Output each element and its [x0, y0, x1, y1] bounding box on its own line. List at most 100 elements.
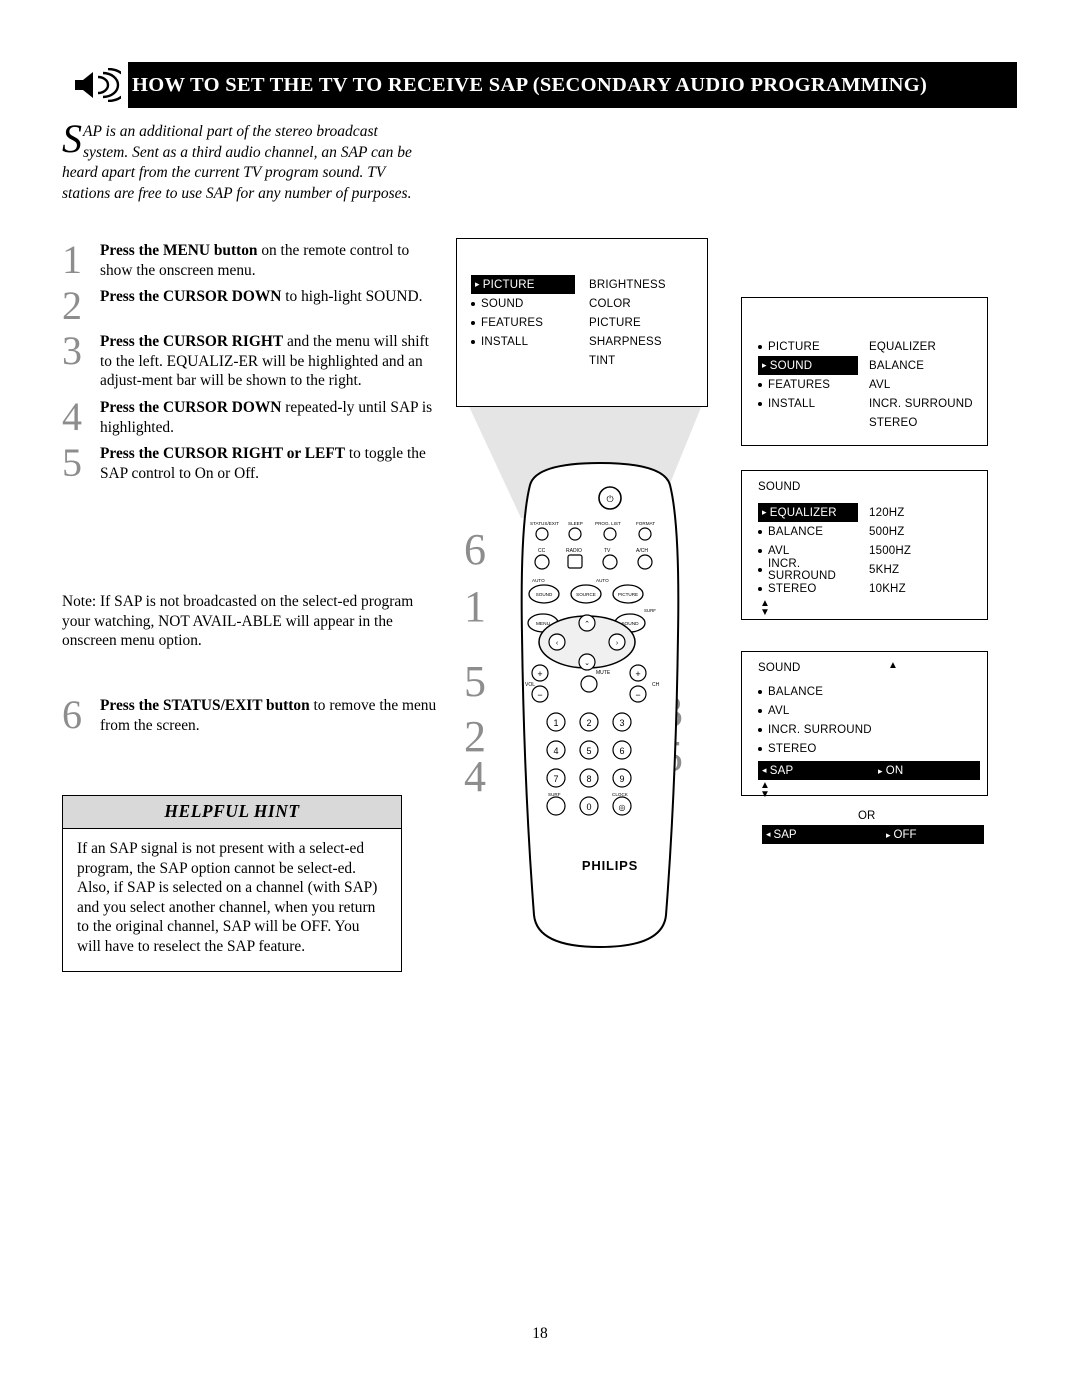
- osd-sub-incr-surround[interactable]: INCR. SURROUND: [869, 394, 981, 413]
- osd-item-label: PICTURE: [589, 316, 641, 329]
- osd-item-label: FEATURES: [481, 316, 544, 329]
- osd-menu-sound-selected: PICTURE ▸ SOUND FEATURES INSTALL EQUALIZE…: [741, 297, 988, 446]
- osd-item-install[interactable]: INSTALL: [471, 332, 586, 351]
- osd-item-sap[interactable]: ◂ SAP ▸ ON: [758, 761, 980, 780]
- svg-text:+: +: [537, 669, 542, 679]
- bullet-icon: [471, 301, 475, 306]
- osd-menu3-left-column: ▸ EQUALIZER BALANCE AVL INCR. SURROUND ST…: [758, 503, 866, 617]
- osd-item-stereo[interactable]: STEREO: [758, 739, 980, 758]
- osd-sub-equalizer[interactable]: EQUALIZER: [869, 337, 981, 356]
- osd-eq-5khz[interactable]: 5KHZ: [869, 560, 981, 579]
- svg-text:⌃: ⌃: [584, 620, 590, 628]
- svg-text:PHILIPS: PHILIPS: [582, 858, 638, 873]
- svg-text:⌄: ⌄: [584, 660, 590, 667]
- bullet-icon: [758, 529, 762, 534]
- osd-item-label: PICTURE: [482, 278, 535, 291]
- osd-item-sap-off[interactable]: ◂ SAP ▸ OFF: [762, 825, 984, 844]
- osd-item-stereo[interactable]: STEREO: [758, 579, 866, 598]
- osd-item-picture[interactable]: PICTURE: [758, 337, 866, 356]
- osd-menu-sound-sap-on: SOUND ▲ BALANCE AVL INCR. SURROUND STERE…: [741, 651, 988, 799]
- osd-eq-1500hz[interactable]: 1500HZ: [869, 541, 981, 560]
- step-6-wrap: 6 Press the STATUS/EXIT button to remove…: [62, 692, 437, 738]
- bullet-icon: [471, 320, 475, 325]
- svg-text:CH: CH: [652, 682, 660, 688]
- cursor-left-icon: ◂: [766, 829, 771, 839]
- osd-item-label: 10KHZ: [869, 582, 906, 595]
- osd-item-balance[interactable]: BALANCE: [758, 522, 866, 541]
- svg-text:−: −: [537, 690, 542, 700]
- osd-item-features[interactable]: FEATURES: [471, 313, 586, 332]
- cursor-left-icon: ◂: [762, 765, 767, 775]
- svg-text:6: 6: [619, 746, 624, 756]
- osd-sub-brightness[interactable]: BRIGHTNESS: [589, 275, 699, 294]
- osd-item-label: EQUALIZER: [869, 340, 936, 353]
- osd-sub-tint[interactable]: TINT: [589, 351, 699, 370]
- osd-item-features[interactable]: FEATURES: [758, 375, 866, 394]
- osd-item-incr-surround[interactable]: INCR. SURROUND: [758, 720, 980, 739]
- svg-text:3: 3: [619, 718, 624, 728]
- step-5: 5 Press the CURSOR RIGHT or LEFT to togg…: [62, 440, 437, 483]
- cursor-right-icon: ▸: [762, 360, 767, 370]
- step-2: 2 Press the CURSOR DOWN to high-light SO…: [62, 283, 437, 326]
- osd-menu1-right-column: BRIGHTNESS COLOR PICTURE SHARPNESS TINT: [589, 275, 699, 370]
- bullet-icon: [471, 339, 475, 344]
- remote-control-illustration: ⏻ STATUS/EXIT SLEEP PROG. LIST FORMAT CC…: [500, 460, 720, 960]
- page-number: 18: [532, 1325, 548, 1342]
- osd-eq-120hz[interactable]: 120HZ: [869, 503, 981, 522]
- svg-text:0: 0: [586, 802, 591, 812]
- osd-item-label: COLOR: [589, 297, 631, 310]
- osd-item-sound[interactable]: ▸ SOUND: [758, 356, 858, 375]
- osd-item-label: 1500HZ: [869, 544, 912, 557]
- osd-item-balance[interactable]: BALANCE: [758, 682, 980, 701]
- osd-item-label: STEREO: [869, 416, 918, 429]
- speaker-icon: [62, 62, 128, 108]
- page-title: HOW TO SET THE TV TO RECEIVE SAP (SECOND…: [132, 73, 928, 96]
- svg-text:9: 9: [619, 774, 624, 784]
- or-label: OR: [858, 810, 876, 822]
- step-rest: to high-light SOUND.: [281, 288, 423, 306]
- osd-menu3-right-column: 120HZ 500HZ 1500HZ 5KHZ 10KHZ: [869, 503, 981, 598]
- osd-item-equalizer[interactable]: ▸ EQUALIZER: [758, 503, 858, 522]
- bullet-icon: [758, 727, 762, 732]
- osd-item-label: FEATURES: [768, 378, 831, 391]
- step-bold: Press the CURSOR DOWN: [100, 288, 282, 306]
- osd-item-label: SAP: [773, 828, 797, 841]
- osd-sub-sharpness[interactable]: SHARPNESS: [589, 332, 699, 351]
- osd-item-incr-surround[interactable]: INCR. SURROUND: [758, 558, 866, 582]
- svg-text:8: 8: [586, 774, 591, 784]
- osd-item-label: INCR. SURROUND: [869, 397, 973, 410]
- osd-sub-color[interactable]: COLOR: [589, 294, 699, 313]
- bullet-icon: [758, 567, 762, 572]
- osd-item-label: AVL: [768, 544, 790, 557]
- step-bold: Press the CURSOR RIGHT: [100, 333, 284, 351]
- osd-scroll-indicator: ▲ ▼: [758, 598, 866, 617]
- svg-text:PICTURE: PICTURE: [618, 592, 638, 597]
- osd-item-label: 120HZ: [869, 506, 905, 519]
- helpful-hint-title: HELPFUL HINT: [63, 796, 401, 829]
- osd-item-sound[interactable]: SOUND: [471, 294, 586, 313]
- osd-sub-picture[interactable]: PICTURE: [589, 313, 699, 332]
- step-text: Press the CURSOR DOWN repeated-ly until …: [100, 394, 437, 437]
- osd-sub-stereo[interactable]: STEREO: [869, 413, 981, 432]
- step-4: 4 Press the CURSOR DOWN repeated-ly unti…: [62, 394, 437, 437]
- bullet-icon: [758, 382, 762, 387]
- svg-text:STATUS/EXIT: STATUS/EXIT: [530, 521, 559, 526]
- osd-sub-balance[interactable]: BALANCE: [869, 356, 981, 375]
- osd-item-install[interactable]: INSTALL: [758, 394, 866, 413]
- svg-text:A/CH: A/CH: [636, 548, 648, 554]
- bullet-icon: [758, 746, 762, 751]
- osd-eq-500hz[interactable]: 500HZ: [869, 522, 981, 541]
- step-number: 6: [62, 692, 82, 737]
- osd-item-label: SOUND: [769, 359, 813, 372]
- svg-text:VOL: VOL: [525, 682, 535, 688]
- step-number: 4: [62, 393, 82, 439]
- osd-item-picture[interactable]: ▸ PICTURE: [471, 275, 575, 294]
- osd-item-label: BALANCE: [869, 359, 925, 372]
- osd-item-avl[interactable]: AVL: [758, 701, 980, 720]
- osd-sub-avl[interactable]: AVL: [869, 375, 981, 394]
- svg-text:◎: ◎: [619, 803, 626, 812]
- osd-eq-10khz[interactable]: 10KHZ: [869, 579, 981, 598]
- callout-6: 6: [464, 525, 486, 574]
- step-number: 1: [62, 237, 82, 282]
- step-text: Press the CURSOR RIGHT or LEFT to toggle…: [100, 440, 437, 483]
